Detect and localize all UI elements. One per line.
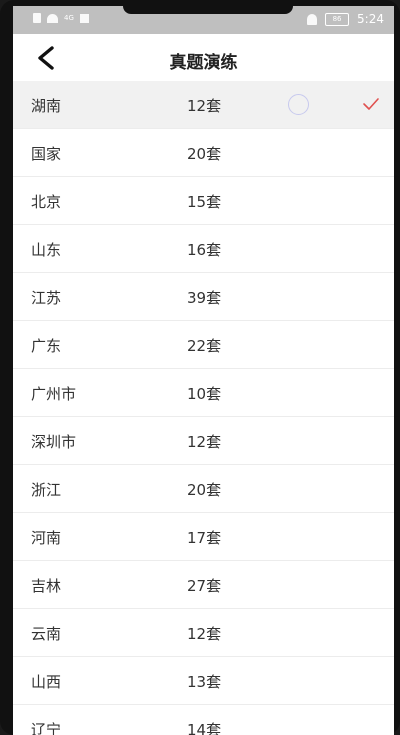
paper-count: 15套 <box>187 193 222 211</box>
region-list: 湖南 12套 国家 20套 北京 15套 山东 16套 江苏 39套 广东 22套 广州市 10套 深圳市 1… <box>13 81 394 735</box>
paper-count: 20套 <box>187 481 222 499</box>
region-name: 北京 <box>31 193 62 211</box>
paper-count: 12套 <box>187 97 222 115</box>
paper-count: 10套 <box>187 385 222 403</box>
nav-bar: 真题演练 <box>13 34 394 81</box>
paper-count: 13套 <box>187 673 222 691</box>
network-type: 4G <box>64 13 74 22</box>
paper-count: 20套 <box>187 145 222 163</box>
list-item[interactable]: 国家 20套 <box>13 129 394 177</box>
region-name: 江苏 <box>31 289 62 307</box>
region-name: 吉林 <box>31 577 62 595</box>
list-item[interactable]: 山东 16套 <box>13 225 394 273</box>
list-item[interactable]: 辽宁 14套 <box>13 705 394 735</box>
list-item[interactable]: 深圳市 12套 <box>13 417 394 465</box>
region-name: 河南 <box>31 529 62 547</box>
region-name: 湖南 <box>31 97 62 115</box>
list-item[interactable]: 山西 13套 <box>13 657 394 705</box>
paper-count: 12套 <box>187 433 222 451</box>
sim-icon <box>33 13 41 23</box>
list-item[interactable]: 北京 15套 <box>13 177 394 225</box>
region-name: 山东 <box>31 241 62 259</box>
list-item[interactable]: 云南 12套 <box>13 609 394 657</box>
list-item[interactable]: 江苏 39套 <box>13 273 394 321</box>
region-name: 国家 <box>31 145 62 163</box>
list-item[interactable]: 湖南 12套 <box>13 81 394 129</box>
status-time: 5:24 <box>357 12 384 26</box>
paper-count: 14套 <box>187 721 222 735</box>
region-name: 辽宁 <box>31 721 62 735</box>
list-item[interactable]: 河南 17套 <box>13 513 394 561</box>
camera-notch <box>123 6 293 14</box>
paper-count: 27套 <box>187 577 222 595</box>
page-title: 真题演练 <box>169 53 238 73</box>
status-right: 86 5:24 <box>307 12 384 26</box>
region-name: 广州市 <box>31 385 77 403</box>
paper-count: 17套 <box>187 529 222 547</box>
region-name: 山西 <box>31 673 62 691</box>
wifi-icon <box>47 13 58 23</box>
region-name: 广东 <box>31 337 62 355</box>
paper-count: 12套 <box>187 625 222 643</box>
region-name: 深圳市 <box>31 433 77 451</box>
list-item[interactable]: 广州市 10套 <box>13 369 394 417</box>
status-left: 4G <box>33 13 89 23</box>
paper-count: 16套 <box>187 241 222 259</box>
phone-frame: 4G 86 5:24 真题演练 湖南 12套 国家 20套 北京 15套 山东 16套 江苏 39… <box>0 0 400 735</box>
list-item[interactable]: 吉林 27套 <box>13 561 394 609</box>
list-item[interactable]: 浙江 20套 <box>13 465 394 513</box>
battery-icon: 86 <box>325 12 350 26</box>
notification-icon <box>79 13 89 23</box>
paper-count: 22套 <box>187 337 222 355</box>
paper-count: 39套 <box>187 289 222 307</box>
mute-icon <box>307 13 318 25</box>
screen: 4G 86 5:24 真题演练 湖南 12套 国家 20套 北京 15套 山东 16套 江苏 39… <box>13 6 394 735</box>
check-icon <box>363 98 379 110</box>
touch-ripple <box>288 94 309 115</box>
region-name: 浙江 <box>31 481 62 499</box>
list-item[interactable]: 广东 22套 <box>13 321 394 369</box>
region-name: 云南 <box>31 625 62 643</box>
